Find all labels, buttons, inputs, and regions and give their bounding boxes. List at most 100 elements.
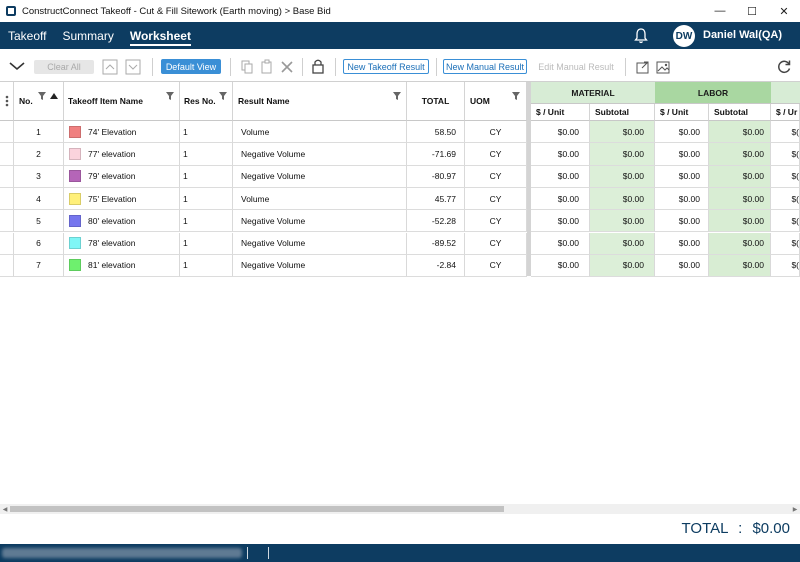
cell-item[interactable]: 79' elevation: [64, 165, 180, 188]
cell-lab-sub[interactable]: $0.00: [709, 187, 771, 211]
new-manual-result-button[interactable]: New Manual Result: [443, 59, 527, 74]
user-avatar[interactable]: DW: [673, 25, 695, 47]
cell-no[interactable]: 5: [14, 210, 64, 233]
cell-extra[interactable]: $(: [771, 210, 800, 233]
cell-uom[interactable]: CY: [465, 121, 527, 144]
horizontal-scrollbar[interactable]: ◀ ▶: [0, 504, 800, 514]
cell-lab-sub[interactable]: $0.00: [709, 210, 771, 233]
user-name[interactable]: Daniel Wal(QA): [703, 29, 782, 41]
copy-icon[interactable]: [238, 58, 256, 76]
cell-result[interactable]: Negative Volume: [233, 232, 407, 255]
cell-lab-unit[interactable]: $0.00: [655, 187, 709, 211]
cell-total[interactable]: 58.50: [407, 121, 465, 144]
cell-lab-sub[interactable]: $0.00: [709, 121, 771, 144]
cell-no[interactable]: 7: [14, 254, 64, 278]
cell-uom[interactable]: CY: [465, 143, 527, 166]
export-icon[interactable]: [634, 58, 652, 76]
cell-mat-unit[interactable]: $0.00: [531, 232, 590, 255]
cell-result[interactable]: Negative Volume: [233, 165, 407, 188]
cell-uom[interactable]: CY: [465, 232, 527, 255]
cell-extra[interactable]: $(: [771, 143, 800, 166]
cell-item[interactable]: 75' Elevation: [64, 187, 180, 211]
cell-lab-sub[interactable]: $0.00: [709, 232, 771, 255]
cell-result[interactable]: Volume: [233, 187, 407, 211]
cell-extra[interactable]: $(: [771, 232, 800, 255]
cell-extra[interactable]: $(: [771, 121, 800, 144]
scrollbar-thumb[interactable]: [10, 506, 504, 512]
col-header-takeoff-item[interactable]: Takeoff Item Name: [64, 82, 180, 121]
expand-up-icon[interactable]: [101, 58, 119, 76]
cell-total[interactable]: 45.77: [407, 187, 465, 211]
cell-res-no[interactable]: 1: [180, 187, 233, 211]
cell-res-no[interactable]: 1: [180, 143, 233, 166]
col-header-result-name[interactable]: Result Name: [233, 82, 407, 121]
scroll-right-icon[interactable]: ▶: [790, 504, 800, 514]
cell-res-no[interactable]: 1: [180, 165, 233, 188]
cell-lab-unit[interactable]: $0.00: [655, 121, 709, 144]
sort-ascending-icon[interactable]: [50, 92, 58, 100]
cell-lab-unit[interactable]: $0.00: [655, 232, 709, 255]
cell-res-no[interactable]: 1: [180, 254, 233, 278]
cell-uom[interactable]: CY: [465, 187, 527, 211]
report-image-icon[interactable]: [654, 58, 672, 76]
cell-no[interactable]: 4: [14, 187, 64, 211]
cell-mat-unit[interactable]: $0.00: [531, 121, 590, 144]
cell-no[interactable]: 6: [14, 232, 64, 255]
col-header-uom[interactable]: UOM: [465, 82, 527, 121]
cell-extra[interactable]: $(: [771, 254, 800, 278]
scroll-left-icon[interactable]: ◀: [0, 504, 10, 514]
cell-lab-sub[interactable]: $0.00: [709, 254, 771, 278]
cell-result[interactable]: Negative Volume: [233, 210, 407, 233]
filter-icon[interactable]: [166, 92, 174, 100]
cell-lab-unit[interactable]: $0.00: [655, 254, 709, 278]
cell-mat-sub[interactable]: $0.00: [590, 143, 655, 166]
cell-total[interactable]: -80.97: [407, 165, 465, 188]
subheader-material-unit[interactable]: $ / Unit: [531, 104, 590, 121]
cell-lab-unit[interactable]: $0.00: [655, 143, 709, 166]
cell-no[interactable]: 3: [14, 165, 64, 188]
new-takeoff-result-button[interactable]: New Takeoff Result: [343, 59, 429, 74]
cell-total[interactable]: -89.52: [407, 232, 465, 255]
lock-icon[interactable]: [309, 57, 327, 75]
delete-icon[interactable]: [278, 58, 296, 76]
edit-manual-result-button[interactable]: Edit Manual Result: [536, 59, 616, 74]
cell-mat-unit[interactable]: $0.00: [531, 210, 590, 233]
cell-item[interactable]: 78' elevation: [64, 232, 180, 255]
tab-worksheet[interactable]: Worksheet: [129, 22, 192, 49]
cell-mat-sub[interactable]: $0.00: [590, 165, 655, 188]
cell-mat-unit[interactable]: $0.00: [531, 143, 590, 166]
subheader-material-subtotal[interactable]: Subtotal: [590, 104, 655, 121]
paste-icon[interactable]: [258, 58, 276, 76]
subheader-labor-unit[interactable]: $ / Unit: [655, 104, 709, 121]
cell-item[interactable]: 81' elevation: [64, 254, 180, 278]
cell-mat-sub[interactable]: $0.00: [590, 210, 655, 233]
filter-icon[interactable]: [512, 92, 520, 100]
cell-mat-sub[interactable]: $0.00: [590, 121, 655, 144]
cell-res-no[interactable]: 1: [180, 121, 233, 144]
tab-summary[interactable]: Summary: [62, 22, 113, 49]
cell-mat-unit[interactable]: $0.00: [531, 187, 590, 211]
cell-no[interactable]: 2: [14, 143, 64, 166]
maximize-button[interactable]: ☐: [736, 0, 768, 22]
tab-takeoff[interactable]: Takeoff: [8, 22, 46, 49]
cell-total[interactable]: -52.28: [407, 210, 465, 233]
cell-item[interactable]: 77' elevation: [64, 143, 180, 166]
col-header-total[interactable]: TOTAL: [407, 82, 465, 121]
subheader-next-unit[interactable]: $ / Ur: [771, 104, 800, 121]
cell-total[interactable]: -2.84: [407, 254, 465, 278]
cell-lab-unit[interactable]: $0.00: [655, 165, 709, 188]
cell-item[interactable]: 80' elevation: [64, 210, 180, 233]
cell-mat-sub[interactable]: $0.00: [590, 254, 655, 278]
notification-bell-icon[interactable]: [632, 27, 650, 45]
cell-extra[interactable]: $(: [771, 165, 800, 188]
expand-down-icon[interactable]: [124, 58, 142, 76]
cell-lab-sub[interactable]: $0.00: [709, 143, 771, 166]
collapse-chevron-icon[interactable]: [6, 57, 28, 75]
minimize-button[interactable]: —: [704, 0, 736, 22]
cell-result[interactable]: Volume: [233, 121, 407, 144]
filter-icon[interactable]: [219, 92, 227, 100]
cell-extra[interactable]: $(: [771, 187, 800, 211]
cell-uom[interactable]: CY: [465, 165, 527, 188]
cell-total[interactable]: -71.69: [407, 143, 465, 166]
column-menu-icon[interactable]: [0, 82, 14, 121]
